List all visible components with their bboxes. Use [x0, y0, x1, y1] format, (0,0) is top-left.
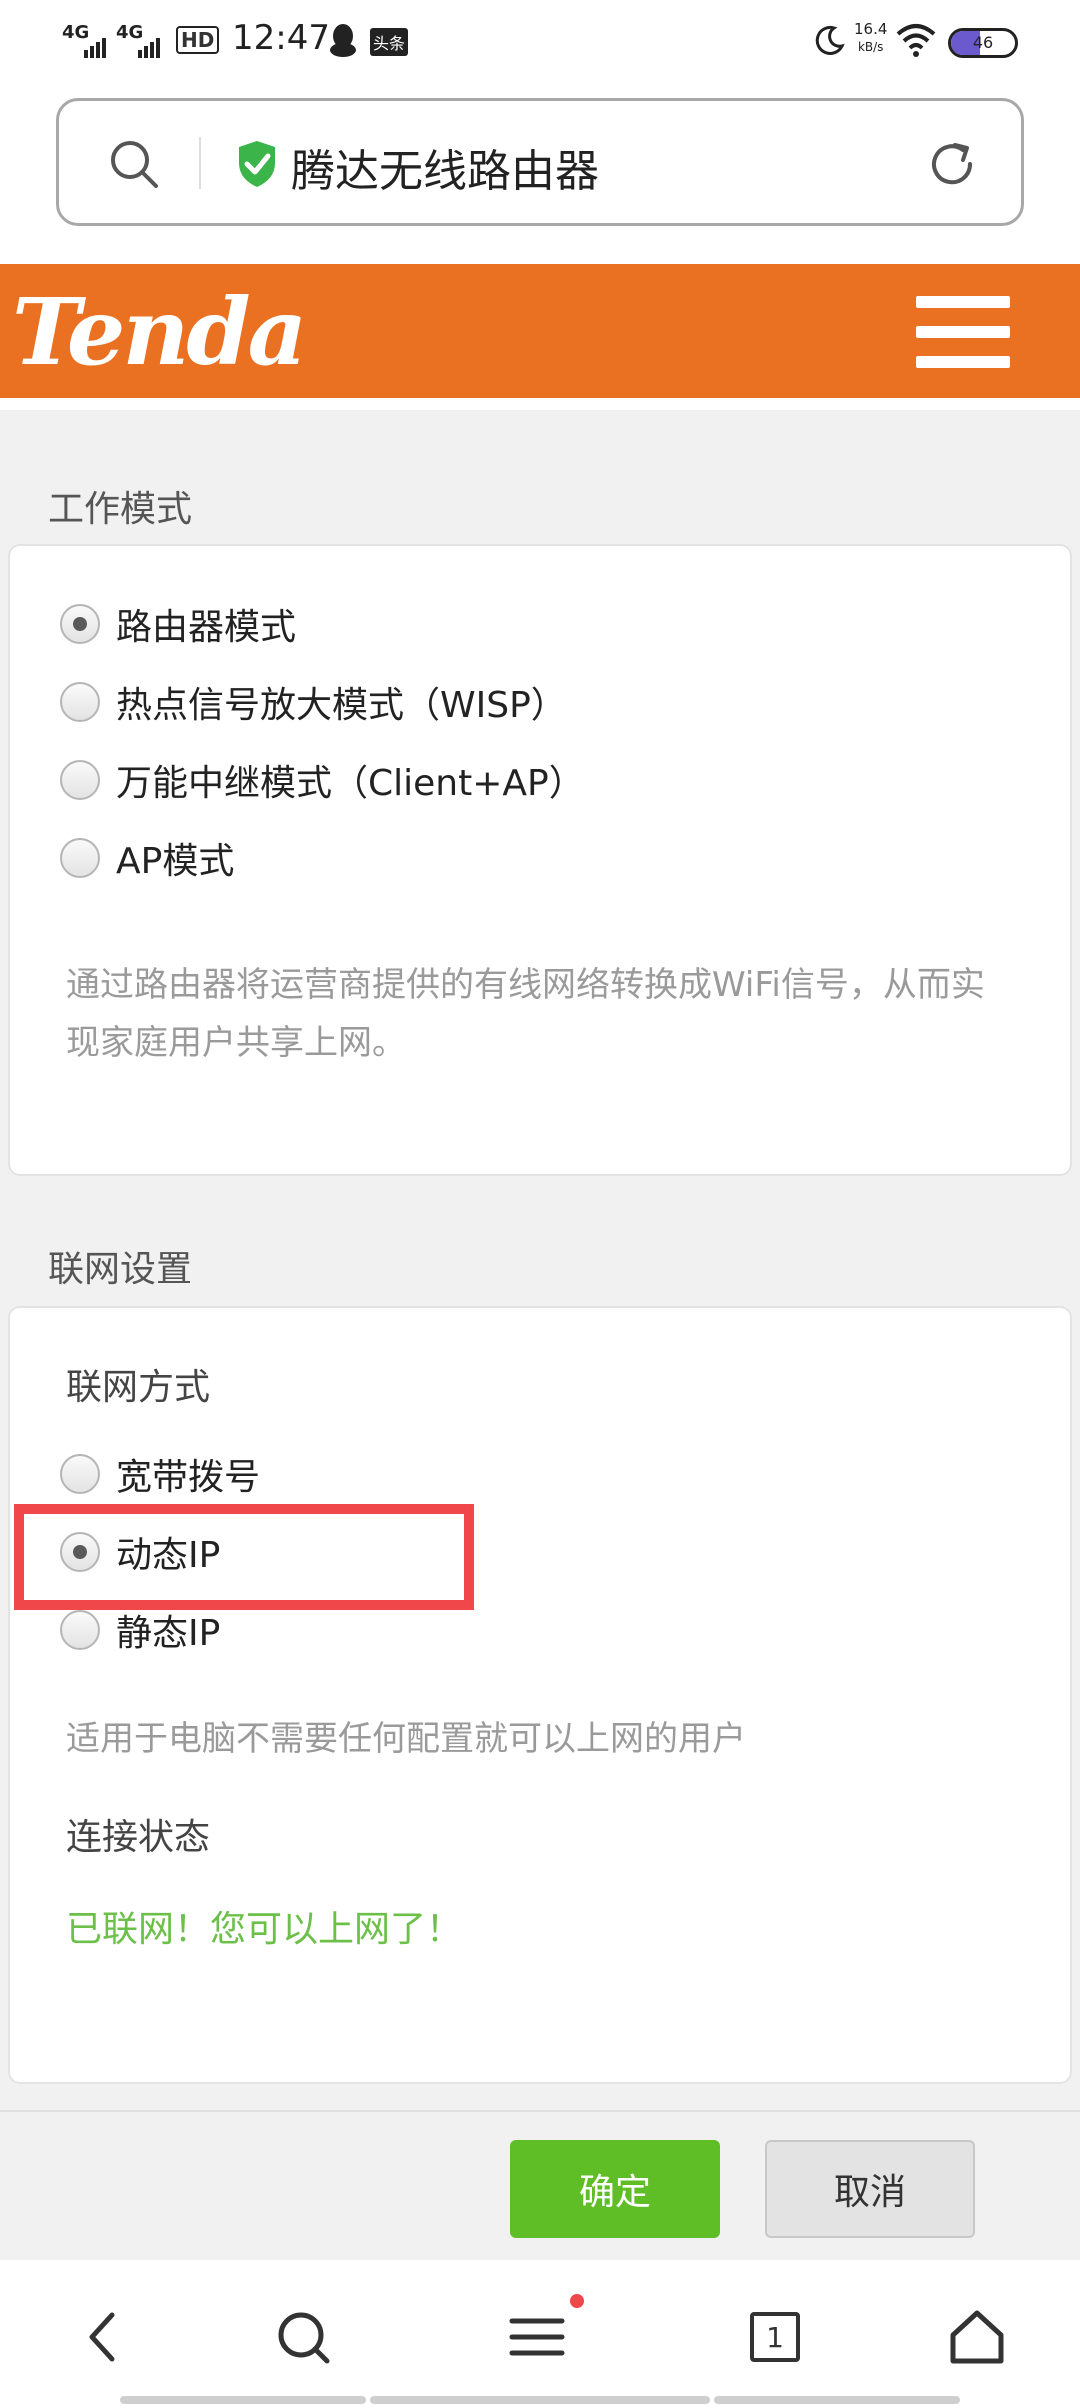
- radio-button[interactable]: [60, 1610, 100, 1650]
- signal-icon-2: [138, 38, 160, 58]
- radio-router-mode[interactable]: 路由器模式: [60, 594, 296, 654]
- shield-icon: [239, 141, 275, 187]
- back-button[interactable]: [58, 2292, 148, 2382]
- radio-button[interactable]: [60, 682, 100, 722]
- radio-label: 宽带拨号: [116, 1457, 261, 1498]
- hd-badge: HD: [176, 26, 220, 54]
- work-mode-card: 路由器模式 热点信号放大模式（WISP） 万能中继模式（Client+AP） A…: [8, 544, 1072, 1176]
- radio-wisp-mode[interactable]: 热点信号放大模式（WISP）: [60, 672, 567, 732]
- radio-label: AP模式: [116, 841, 235, 882]
- radio-label: 热点信号放大模式（WISP）: [116, 685, 567, 726]
- clock: 12:47: [232, 18, 330, 58]
- home-button[interactable]: [932, 2292, 1022, 2382]
- search-icon: [278, 2312, 330, 2364]
- confirm-button[interactable]: 确定: [510, 2140, 720, 2238]
- site-header: Tenda: [0, 264, 1080, 398]
- work-mode-description: 通过路由器将运营商提供的有线网络转换成WiFi信号，从而实现家庭用户共享上网。: [66, 965, 985, 1063]
- wifi-icon: [896, 24, 936, 57]
- menu-nav-button[interactable]: [494, 2292, 584, 2382]
- radio-client-ap-mode[interactable]: 万能中继模式（Client+AP）: [60, 750, 585, 810]
- gesture-bar-right: [714, 2396, 960, 2404]
- connection-method-label: 联网方式: [66, 1367, 211, 1408]
- highlight-annotation: [14, 1504, 474, 1610]
- news-app-badge: 头条: [370, 28, 409, 56]
- moon-icon: [815, 25, 845, 55]
- page-title: 腾达无线路由器: [291, 146, 599, 197]
- status-bar: 4G 4G HD 12:47 头条 16.4 kB/s 46: [0, 0, 1080, 80]
- network-speed: 16.4 kB/s: [854, 20, 888, 54]
- radio-button[interactable]: [60, 838, 100, 878]
- address-bar[interactable]: 腾达无线路由器: [56, 98, 1024, 226]
- connection-status-label: 连接状态: [66, 1817, 211, 1858]
- tenda-logo: Tenda: [12, 278, 307, 386]
- settings-content: 工作模式 路由器模式 热点信号放大模式（WISP） 万能中继模式（Client+…: [0, 410, 1080, 2110]
- qq-icon: [330, 24, 356, 57]
- cancel-button[interactable]: 取消: [765, 2140, 975, 2238]
- internet-settings-title: 联网设置: [48, 1249, 193, 1290]
- battery-icon: 46: [948, 28, 1018, 58]
- menu-icon: [509, 2318, 565, 2356]
- refresh-icon[interactable]: [925, 137, 979, 191]
- internet-settings-card: 联网方式 宽带拨号 动态IP 静态IP 适用于电脑不需要任何配置就可以上网的用户…: [8, 1306, 1072, 2084]
- search-nav-button[interactable]: [258, 2292, 348, 2382]
- radio-pppoe[interactable]: 宽带拨号: [60, 1444, 260, 1504]
- dynamic-ip-description: 适用于电脑不需要任何配置就可以上网的用户: [66, 1719, 746, 1759]
- radio-button[interactable]: [60, 1454, 100, 1494]
- action-bar: 确定 取消: [0, 2110, 1080, 2260]
- radio-button-checked[interactable]: [60, 604, 100, 644]
- search-icon[interactable]: [107, 137, 161, 191]
- home-icon: [950, 2310, 1004, 2364]
- back-icon: [89, 2312, 115, 2362]
- tabs-button[interactable]: 1: [730, 2292, 820, 2382]
- radio-label: 静态IP: [116, 1613, 221, 1654]
- browser-bottom-nav: 1: [0, 2262, 1080, 2408]
- tabs-icon: 1: [750, 2312, 800, 2362]
- work-mode-title: 工作模式: [48, 489, 193, 530]
- radio-label: 万能中继模式（Client+AP）: [116, 763, 585, 804]
- gesture-bar-center: [370, 2396, 710, 2404]
- notification-dot: [570, 2294, 584, 2308]
- radio-label: 路由器模式: [116, 607, 297, 648]
- radio-ap-mode[interactable]: AP模式: [60, 828, 234, 888]
- gesture-bar-left: [120, 2396, 366, 2404]
- signal-icon: [84, 38, 106, 58]
- connection-status-value: 已联网！您可以上网了！: [66, 1909, 463, 1950]
- radio-button[interactable]: [60, 760, 100, 800]
- hamburger-menu-icon[interactable]: [916, 296, 1010, 368]
- address-divider: [199, 137, 201, 189]
